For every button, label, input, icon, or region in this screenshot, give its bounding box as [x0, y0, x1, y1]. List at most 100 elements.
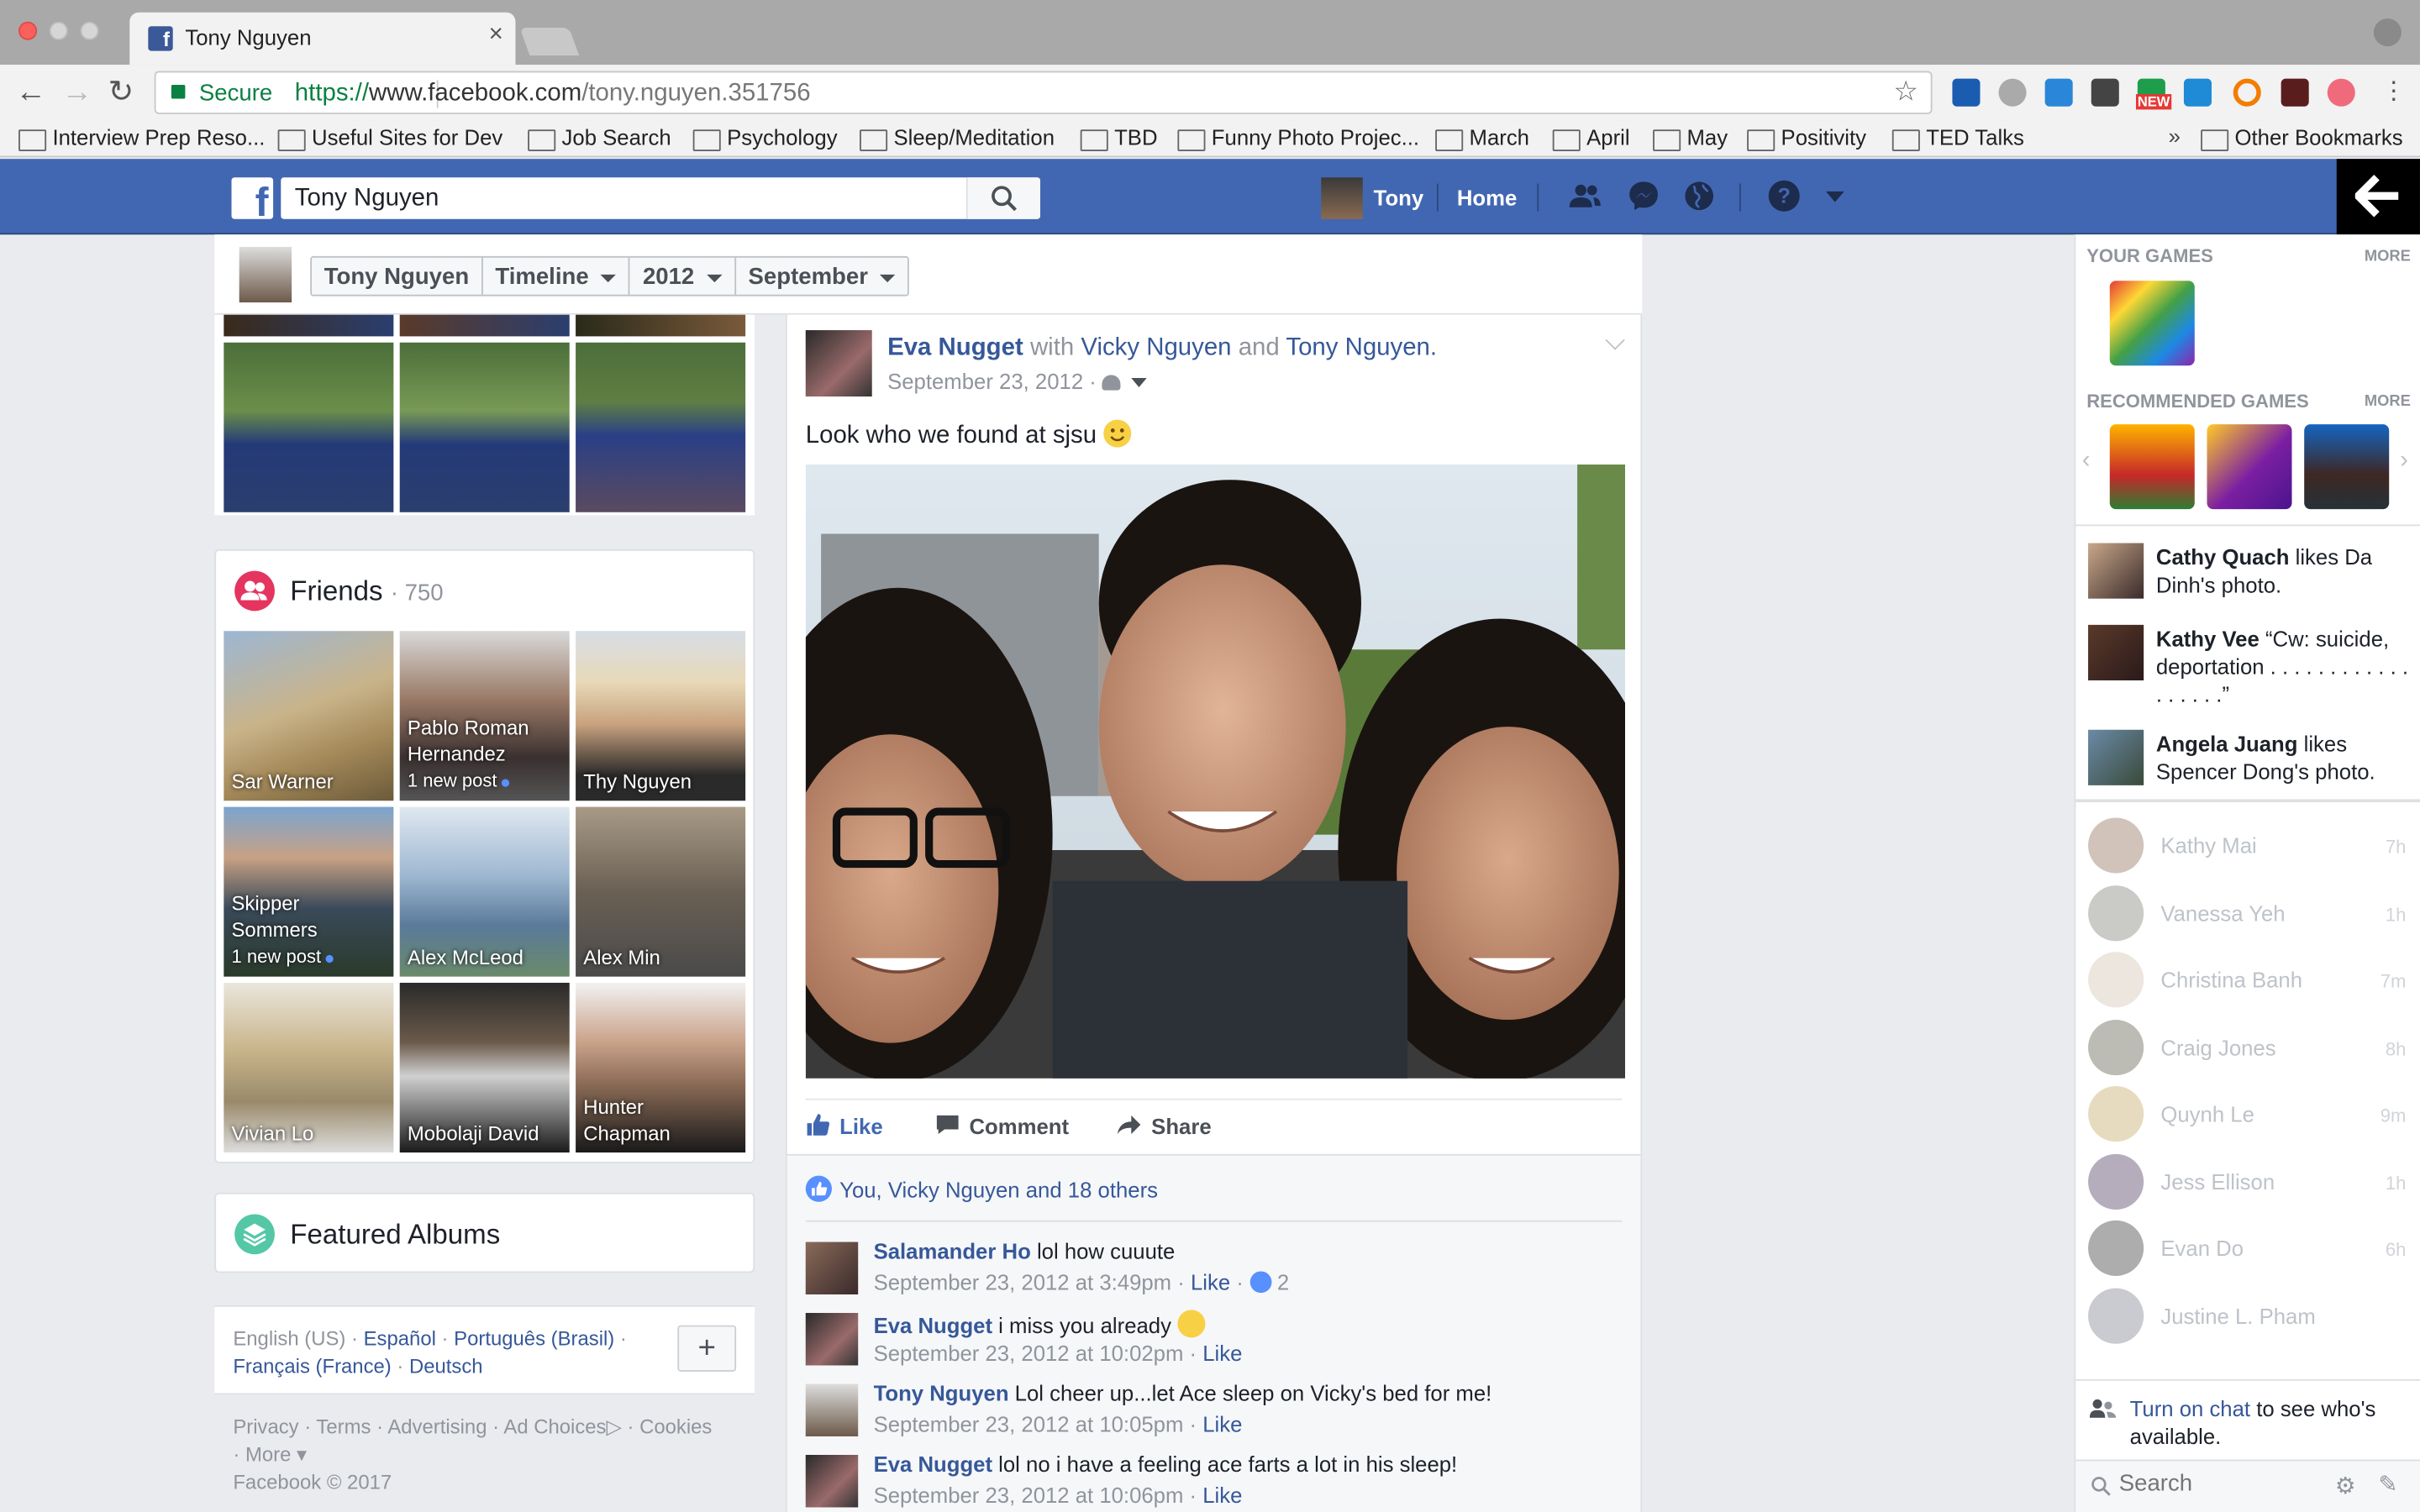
extension-puzzle-icon[interactable] [2091, 78, 2119, 107]
facebook-search-input[interactable] [281, 177, 960, 219]
chat-contact[interactable]: Christina Banh 7m [2088, 952, 2412, 1008]
featured-albums-title[interactable]: Featured Albums [290, 1219, 500, 1252]
reaction-count[interactable]: 2 [1277, 1270, 1289, 1294]
avatar[interactable] [805, 1242, 859, 1294]
friend-tile[interactable]: Mobolaji David [399, 982, 570, 1153]
friend-tile[interactable]: Hunter Chapman [576, 982, 746, 1153]
bookmark-item[interactable]: TBD [1080, 125, 1158, 151]
tagged-friend-link[interactable]: Vicky Nguyen [1081, 335, 1231, 361]
extension-t-icon[interactable] [2327, 78, 2355, 107]
chat-contact[interactable]: Craig Jones 8h [2088, 1020, 2412, 1076]
photo-thumbnail[interactable] [576, 342, 746, 512]
footer-link-privacy[interactable]: Privacy [233, 1415, 298, 1438]
friend-requests-icon[interactable] [1568, 179, 1602, 213]
bookmark-item[interactable]: Interview Prep Reso... [18, 125, 265, 151]
bookmark-item[interactable]: Positivity [1747, 125, 1866, 151]
new-message-compose-icon[interactable]: ✎ [2378, 1470, 2397, 1498]
post-options-chevron-down-icon[interactable] [1605, 330, 1625, 350]
bookmark-item[interactable]: Sleep/Meditation [860, 125, 1055, 151]
bookmark-star-icon[interactable]: ☆ [1893, 76, 1918, 108]
avatar[interactable] [805, 1313, 859, 1366]
slots-game-icon[interactable] [2109, 424, 2195, 510]
chat-settings-gear-icon[interactable]: ⚙ [2335, 1472, 2356, 1499]
back-arrow-icon[interactable]: ← [15, 74, 46, 111]
post-author-link[interactable]: Eva Nugget [887, 335, 1023, 361]
recommended-more-link[interactable]: MORE [2365, 393, 2411, 410]
bookmark-item[interactable]: Useful Sites for Dev [277, 125, 502, 151]
comment-like-link[interactable]: Like [1202, 1341, 1242, 1365]
language-link[interactable]: Español [364, 1327, 436, 1351]
avatar[interactable] [805, 1455, 859, 1508]
friend-tile[interactable]: Pablo Roman Hernandez 1 new post [399, 631, 570, 801]
comment-button[interactable]: Comment [935, 1114, 1069, 1138]
add-language-button[interactable]: + [677, 1325, 737, 1372]
extension-new-icon[interactable]: NEW [2135, 78, 2172, 110]
friend-tile[interactable]: Vivian Lo [224, 982, 394, 1153]
like-button[interactable]: Like [806, 1114, 883, 1138]
post-photo[interactable] [805, 464, 1626, 1079]
friends-title[interactable]: Friends · 750 [290, 575, 443, 608]
zoom-window-button[interactable] [80, 21, 99, 40]
language-link[interactable]: Deutsch [409, 1355, 483, 1378]
strategy-game-icon[interactable] [2304, 424, 2390, 510]
chevron-right-icon[interactable]: › [2400, 448, 2408, 475]
breadcrumb-name[interactable]: Tony Nguyen [312, 257, 483, 295]
photo-thumbnail[interactable] [224, 342, 394, 512]
messenger-icon[interactable] [1627, 179, 1660, 213]
browser-tab[interactable]: f Tony Nguyen × [129, 12, 516, 66]
bookmark-item[interactable]: May [1653, 125, 1728, 151]
help-icon[interactable]: ? [1767, 179, 1801, 213]
close-window-button[interactable] [18, 21, 38, 40]
comment-like-link[interactable]: Like [1202, 1483, 1242, 1507]
other-bookmarks[interactable]: Other Bookmarks [2201, 125, 2403, 151]
comment-like-link[interactable]: Like [1191, 1270, 1230, 1294]
facebook-logo-icon[interactable]: f [231, 177, 274, 219]
new-tab-button[interactable] [519, 28, 580, 56]
photo-thumbnail[interactable] [399, 314, 570, 337]
back-arrow-overlay-icon[interactable] [2336, 159, 2420, 235]
comment-author-link[interactable]: Salamander Ho [874, 1239, 1031, 1263]
avatar[interactable] [805, 1383, 859, 1436]
avatar[interactable] [239, 246, 292, 302]
language-link[interactable]: Français (France) [233, 1355, 391, 1378]
extension-film-icon[interactable] [2281, 78, 2309, 107]
bookmark-item[interactable]: Job Search [528, 125, 671, 151]
reload-icon[interactable]: ↻ [108, 74, 134, 111]
comment-like-link[interactable]: Like [1202, 1412, 1242, 1436]
extension-www-icon[interactable] [1998, 78, 2027, 107]
chevron-down-icon[interactable] [1131, 377, 1148, 388]
fantasy-game-icon[interactable] [2207, 424, 2292, 510]
footer-link-ad-choices[interactable]: Ad Choices [503, 1415, 606, 1438]
bookmark-item[interactable]: TED Talks [1891, 125, 2024, 151]
comment-author-link[interactable]: Eva Nugget [874, 1452, 992, 1476]
chevron-left-icon[interactable]: ‹ [2082, 448, 2091, 475]
turn-on-chat-link[interactable]: Turn on chat [2130, 1396, 2250, 1420]
friend-tile[interactable]: Skipper Sommers 1 new post [224, 806, 394, 977]
comment-author-link[interactable]: Tony Nguyen [874, 1381, 1009, 1405]
account-menu-chevron-down-icon[interactable] [1825, 191, 1844, 204]
breadcrumb-month[interactable]: September [736, 258, 908, 295]
friend-tile[interactable]: Sar Warner [224, 631, 394, 801]
chat-contact[interactable]: Vanessa Yeh 1h [2088, 885, 2412, 942]
likes-summary[interactable]: You, Vicky Nguyen and 18 others [805, 1175, 1158, 1202]
chat-contact[interactable]: Evan Do 6h [2088, 1220, 2412, 1276]
avatar[interactable] [805, 330, 872, 397]
friend-tile[interactable]: Thy Nguyen [576, 631, 746, 801]
browser-menu-icon[interactable]: ⋮ [2381, 74, 2406, 111]
audience-friends-icon[interactable] [1102, 375, 1122, 391]
bookmark-item[interactable]: April [1552, 125, 1630, 151]
photo-thumbnail[interactable] [224, 314, 394, 337]
bookmarks-overflow-icon[interactable]: » [2169, 123, 2181, 148]
chat-contact[interactable]: Jess Ellison 1h [2088, 1153, 2412, 1210]
comment-author-link[interactable]: Eva Nugget [874, 1313, 992, 1337]
home-link[interactable]: Home [1457, 185, 1517, 209]
chat-search-input[interactable] [2118, 1470, 2335, 1497]
address-bar[interactable]: Secure https://www.facebook.com/tony.ngu… [154, 71, 1933, 114]
language-link[interactable]: Português (Brasil) [454, 1327, 614, 1351]
minimize-window-button[interactable] [49, 21, 68, 40]
photo-thumbnail[interactable] [399, 342, 570, 512]
extension-v-icon[interactable] [1952, 78, 1981, 107]
forward-arrow-icon[interactable]: → [61, 74, 92, 111]
bookmark-item[interactable]: Psychology [692, 125, 838, 151]
share-button[interactable]: Share [1117, 1114, 1212, 1138]
